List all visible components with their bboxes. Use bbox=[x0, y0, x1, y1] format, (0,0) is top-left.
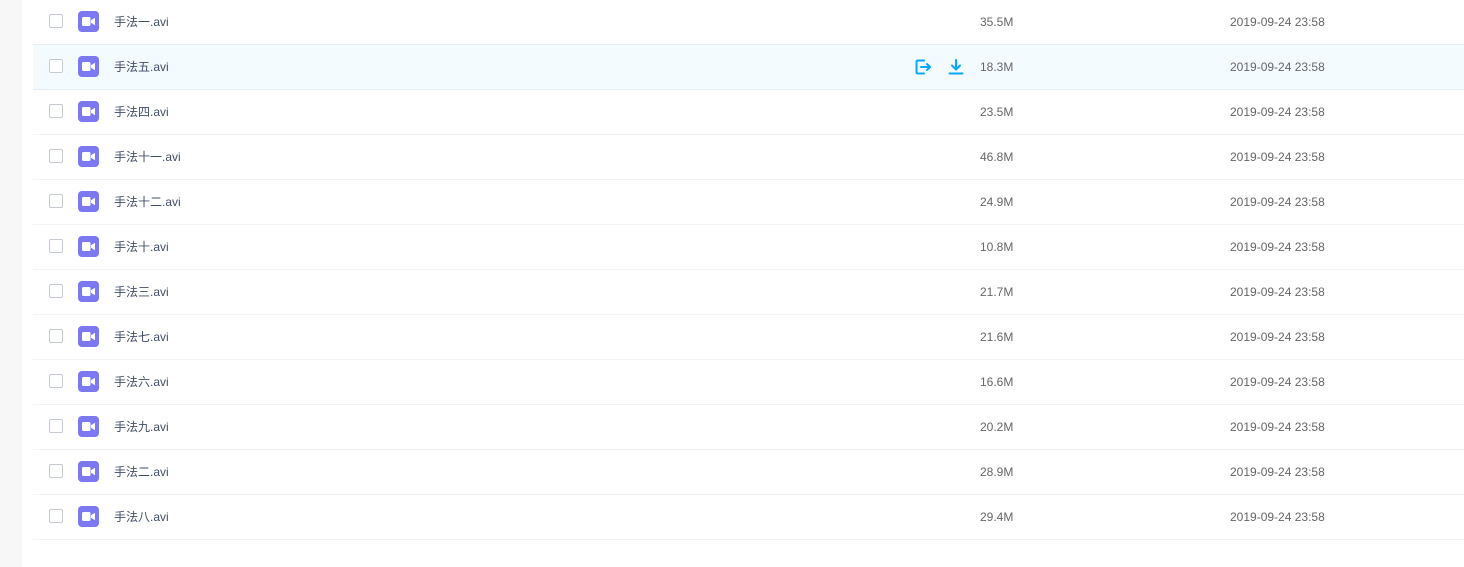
file-checkbox[interactable] bbox=[49, 59, 63, 73]
file-checkbox[interactable] bbox=[49, 464, 63, 478]
file-modified-date: 2019-09-24 23:58 bbox=[1230, 105, 1325, 119]
file-checkbox[interactable] bbox=[49, 284, 63, 298]
file-size: 24.9M bbox=[980, 195, 1014, 209]
file-row[interactable]: 手法六.avi 16.6M 2019-09-24 23:58 bbox=[33, 360, 1464, 405]
file-size: 20.2M bbox=[980, 420, 1014, 434]
file-row[interactable]: 手法四.avi 23.5M 2019-09-24 23:58 bbox=[33, 90, 1464, 135]
file-modified-date: 2019-09-24 23:58 bbox=[1230, 240, 1325, 254]
video-file-icon bbox=[78, 56, 99, 77]
file-size: 16.6M bbox=[980, 375, 1014, 389]
file-size: 18.3M bbox=[980, 60, 1014, 74]
file-modified-date: 2019-09-24 23:58 bbox=[1230, 285, 1325, 299]
file-name[interactable]: 手法十.avi bbox=[114, 239, 169, 255]
file-row[interactable]: 手法十一.avi 46.8M 2019-09-24 23:58 bbox=[33, 135, 1464, 180]
video-file-icon bbox=[78, 281, 99, 302]
file-name[interactable]: 手法九.avi bbox=[114, 419, 169, 435]
file-checkbox[interactable] bbox=[49, 329, 63, 343]
video-file-icon bbox=[78, 101, 99, 122]
file-modified-date: 2019-09-24 23:58 bbox=[1230, 195, 1325, 209]
file-size: 28.9M bbox=[980, 465, 1014, 479]
video-file-icon bbox=[78, 416, 99, 437]
file-checkbox[interactable] bbox=[49, 239, 63, 253]
file-name[interactable]: 手法十二.avi bbox=[114, 194, 181, 210]
share-icon[interactable] bbox=[914, 58, 932, 76]
file-modified-date: 2019-09-24 23:58 bbox=[1230, 15, 1325, 29]
file-name[interactable]: 手法八.avi bbox=[114, 509, 169, 525]
file-list-panel: 手法一.avi 35.5M 2019-09-24 23:58 手法五.avi 18.3M… bbox=[22, 0, 1464, 567]
video-file-icon bbox=[78, 146, 99, 167]
download-icon[interactable] bbox=[947, 58, 965, 76]
video-file-icon bbox=[78, 236, 99, 257]
file-name[interactable]: 手法七.avi bbox=[114, 329, 169, 345]
file-modified-date: 2019-09-24 23:58 bbox=[1230, 330, 1325, 344]
file-checkbox[interactable] bbox=[49, 419, 63, 433]
file-name[interactable]: 手法十一.avi bbox=[114, 149, 181, 165]
file-modified-date: 2019-09-24 23:58 bbox=[1230, 150, 1325, 164]
file-size: 46.8M bbox=[980, 150, 1014, 164]
file-checkbox[interactable] bbox=[49, 509, 63, 523]
video-file-icon bbox=[78, 11, 99, 32]
file-name[interactable]: 手法一.avi bbox=[114, 14, 169, 30]
file-checkbox[interactable] bbox=[49, 149, 63, 163]
file-row[interactable]: 手法十二.avi 24.9M 2019-09-24 23:58 bbox=[33, 180, 1464, 225]
file-name[interactable]: 手法四.avi bbox=[114, 104, 169, 120]
file-checkbox[interactable] bbox=[49, 104, 63, 118]
file-modified-date: 2019-09-24 23:58 bbox=[1230, 375, 1325, 389]
file-row[interactable]: 手法九.avi 20.2M 2019-09-24 23:58 bbox=[33, 405, 1464, 450]
file-size: 21.6M bbox=[980, 330, 1014, 344]
file-name[interactable]: 手法六.avi bbox=[114, 374, 169, 390]
file-list: 手法一.avi 35.5M 2019-09-24 23:58 手法五.avi 18.3M… bbox=[33, 0, 1464, 540]
file-name[interactable]: 手法二.avi bbox=[114, 464, 169, 480]
file-row[interactable]: 手法七.avi 21.6M 2019-09-24 23:58 bbox=[33, 315, 1464, 360]
file-checkbox[interactable] bbox=[49, 194, 63, 208]
file-row[interactable]: 手法八.avi 29.4M 2019-09-24 23:58 bbox=[33, 495, 1464, 540]
file-modified-date: 2019-09-24 23:58 bbox=[1230, 420, 1325, 434]
file-row[interactable]: 手法五.avi 18.3M 2019-09-24 23:58 bbox=[33, 44, 1464, 90]
file-modified-date: 2019-09-24 23:58 bbox=[1230, 465, 1325, 479]
file-size: 29.4M bbox=[980, 510, 1014, 524]
file-size: 23.5M bbox=[980, 105, 1014, 119]
file-row[interactable]: 手法一.avi 35.5M 2019-09-24 23:58 bbox=[33, 0, 1464, 45]
file-row[interactable]: 手法十.avi 10.8M 2019-09-24 23:58 bbox=[33, 225, 1464, 270]
file-size: 35.5M bbox=[980, 15, 1014, 29]
sidebar-strip bbox=[0, 0, 22, 567]
file-name[interactable]: 手法三.avi bbox=[114, 284, 169, 300]
video-file-icon bbox=[78, 461, 99, 482]
file-checkbox[interactable] bbox=[49, 14, 63, 28]
file-modified-date: 2019-09-24 23:58 bbox=[1230, 60, 1325, 74]
video-file-icon bbox=[78, 326, 99, 347]
video-file-icon bbox=[78, 506, 99, 527]
file-row[interactable]: 手法二.avi 28.9M 2019-09-24 23:58 bbox=[33, 450, 1464, 495]
file-row[interactable]: 手法三.avi 21.7M 2019-09-24 23:58 bbox=[33, 270, 1464, 315]
video-file-icon bbox=[78, 371, 99, 392]
file-size: 21.7M bbox=[980, 285, 1014, 299]
file-name[interactable]: 手法五.avi bbox=[114, 59, 169, 75]
file-size: 10.8M bbox=[980, 240, 1014, 254]
file-checkbox[interactable] bbox=[49, 374, 63, 388]
file-modified-date: 2019-09-24 23:58 bbox=[1230, 510, 1325, 524]
video-file-icon bbox=[78, 191, 99, 212]
